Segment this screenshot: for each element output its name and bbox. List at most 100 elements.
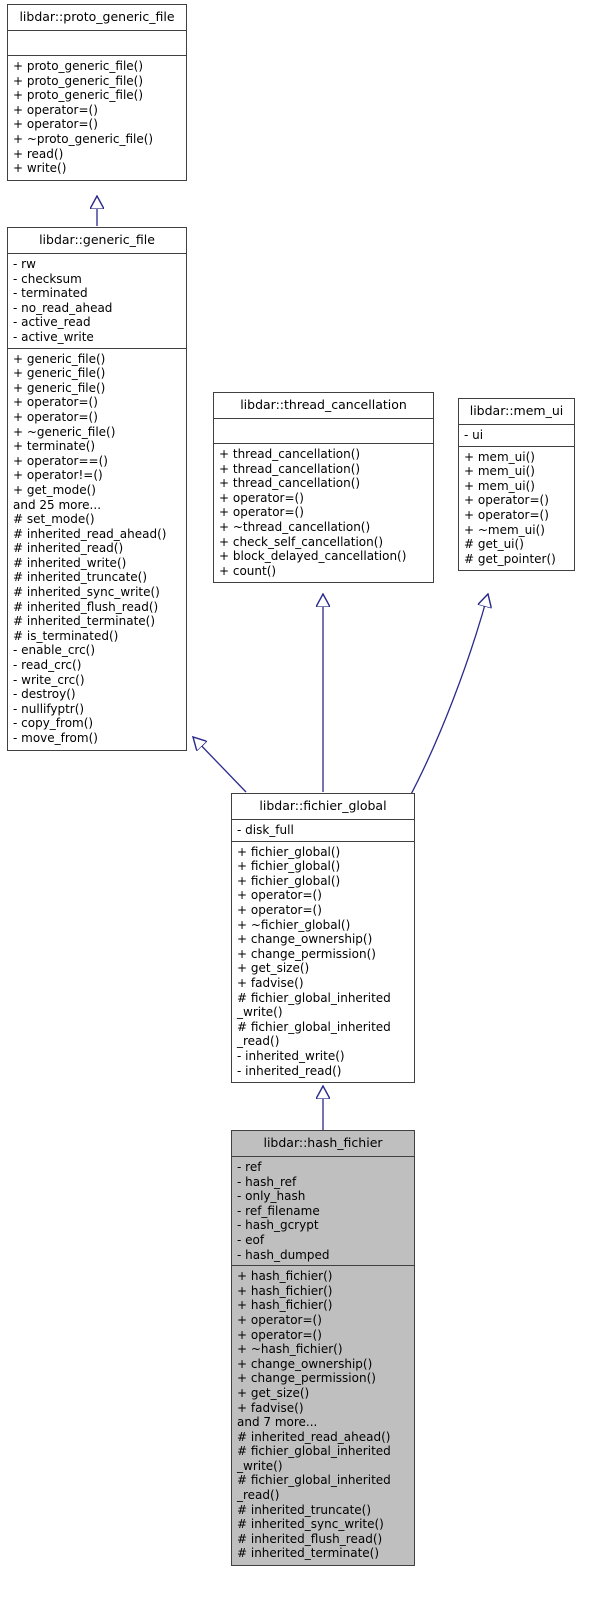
class-member: # inherited_flush_read()	[237, 1531, 383, 1546]
class-member: + ~fichier_global()	[237, 917, 351, 932]
edge-fichier-global-to-generic-file	[193, 737, 247, 793]
class-member: # set_mode()	[13, 512, 95, 527]
class-box-proto-generic-file[interactable]: libdar::proto_generic_file + proto_gener…	[7, 4, 187, 181]
class-operations-fichier-global: + fichier_global() + fichier_global() + …	[232, 842, 414, 1083]
class-operations-generic-file: + generic_file() + generic_file() + gene…	[8, 349, 186, 750]
class-member: + write()	[13, 161, 67, 176]
class-member: - ref	[237, 1160, 262, 1174]
class-member: + thread_cancellation()	[219, 476, 361, 491]
class-member: + get_size()	[237, 1385, 310, 1400]
class-member: + read()	[13, 146, 64, 161]
class-member: + change_permission()	[237, 1371, 376, 1386]
class-member-more: and 7 more...	[237, 1415, 318, 1430]
uml-diagram-canvas: libdar::proto_generic_file + proto_gener…	[0, 0, 596, 1608]
class-title-hash-fichier: libdar::hash_fichier	[232, 1131, 414, 1157]
class-member: + get_mode()	[13, 482, 96, 497]
class-member: + hash_fichier()	[237, 1298, 333, 1313]
class-member: # get_pointer()	[464, 551, 556, 566]
class-member: # inherited_terminate()	[13, 614, 156, 629]
class-box-mem-ui[interactable]: libdar::mem_ui - ui + mem_ui() + mem_ui(…	[458, 398, 575, 572]
class-member: + proto_generic_file()	[13, 59, 144, 73]
class-member: - move_from()	[13, 731, 98, 745]
class-member: - eof	[237, 1232, 265, 1247]
class-member: # inherited_sync_write()	[237, 1517, 384, 1532]
class-member: # inherited_terminate()	[237, 1546, 380, 1561]
class-box-generic-file[interactable]: libdar::generic_file - rw - checksum - t…	[7, 227, 187, 751]
class-member: + get_size()	[237, 961, 310, 976]
class-attributes-generic-file: - rw - checksum - terminated - no_read_a…	[8, 254, 186, 349]
class-member: + operator=()	[219, 490, 304, 505]
class-member: # inherited_read()	[13, 541, 124, 556]
class-title-fichier-global: libdar::fichier_global	[232, 794, 414, 820]
class-member: - inherited_read()	[237, 1063, 342, 1078]
class-member: + generic_file()	[13, 366, 106, 381]
class-member: + check_self_cancellation()	[219, 534, 384, 549]
class-member: + ~proto_generic_file()	[13, 131, 154, 146]
class-operations-proto-generic-file: + proto_generic_file() + proto_generic_f…	[8, 56, 186, 180]
class-attributes-mem-ui: - ui	[459, 425, 574, 447]
class-member: # fichier_global_inherited	[237, 990, 391, 1005]
class-box-thread-cancellation[interactable]: libdar::thread_cancellation + thread_can…	[213, 392, 434, 584]
class-member: + operator=()	[237, 902, 322, 917]
class-member: - enable_crc()	[13, 643, 96, 658]
class-member: + operator=()	[13, 102, 98, 117]
class-member: + change_ownership()	[237, 1356, 373, 1371]
class-member: + operator=()	[237, 888, 322, 903]
class-member: + mem_ui()	[464, 464, 535, 479]
class-member: + ~generic_file()	[13, 424, 116, 439]
class-member: + fichier_global()	[237, 859, 341, 874]
class-operations-mem-ui: + mem_ui() + mem_ui() + mem_ui() + opera…	[459, 447, 574, 571]
class-member: - no_read_ahead	[13, 300, 113, 315]
class-member: - hash_ref	[237, 1174, 297, 1189]
edge-fichier-global-to-mem-ui	[407, 594, 488, 801]
class-member: - active_read	[13, 315, 91, 330]
class-member: - ref_filename	[237, 1203, 320, 1218]
class-member: + operator=()	[13, 409, 98, 424]
class-member: # inherited_flush_read()	[13, 599, 159, 614]
class-member: + operator=()	[237, 1312, 322, 1327]
class-member: - write_crc()	[13, 672, 85, 687]
class-member: + block_delayed_cancellation()	[219, 549, 407, 564]
class-operations-thread-cancellation: + thread_cancellation() + thread_cancell…	[214, 444, 433, 582]
class-title-thread-cancellation: libdar::thread_cancellation	[214, 393, 433, 419]
class-member: # inherited_sync_write()	[13, 585, 160, 600]
class-title-generic-file: libdar::generic_file	[8, 228, 186, 254]
class-member: - active_write	[13, 329, 94, 344]
class-member: + generic_file()	[13, 380, 106, 395]
class-member: - terminated	[13, 286, 88, 301]
class-member: - destroy()	[13, 687, 76, 702]
class-member: + operator=()	[464, 507, 549, 522]
class-member: - copy_from()	[13, 716, 94, 731]
class-member-wrap: _read()	[237, 1034, 280, 1049]
class-member: + ~mem_ui()	[464, 522, 545, 537]
class-member: + operator=()	[464, 493, 549, 508]
class-member: + terminate()	[13, 439, 96, 454]
class-member: _write()	[237, 1458, 283, 1473]
class-member: # is_terminated()	[13, 628, 119, 643]
class-member: + count()	[219, 563, 277, 578]
class-member: - rw	[13, 257, 36, 271]
class-member: - ui	[464, 428, 484, 442]
class-member: - hash_gcrypt	[237, 1218, 319, 1233]
class-member-wrap: # fichier_global_inherited	[237, 1473, 391, 1488]
class-member: + proto_generic_file()	[13, 73, 144, 88]
class-member: - hash_dumped	[237, 1247, 330, 1262]
class-member: # inherited_truncate()	[237, 1502, 372, 1517]
class-attributes-hash-fichier: - ref - hash_ref - only_hash - ref_filen…	[232, 1157, 414, 1267]
class-member: # inherited_truncate()	[13, 570, 148, 585]
class-member: + hash_fichier()	[237, 1269, 333, 1284]
class-member: + thread_cancellation()	[219, 447, 361, 461]
class-member: + operator=()	[219, 505, 304, 520]
class-box-hash-fichier[interactable]: libdar::hash_fichier - ref - hash_ref - …	[231, 1130, 415, 1567]
class-member: _read()	[237, 1488, 280, 1503]
class-member: + operator=()	[13, 117, 98, 132]
class-member: + proto_generic_file()	[13, 88, 144, 103]
class-attributes-proto-generic-file	[8, 31, 186, 56]
class-member-wrap: _write()	[237, 1005, 283, 1020]
class-member: + operator==()	[13, 453, 108, 468]
class-member: + change_ownership()	[237, 932, 373, 947]
class-member: - checksum	[13, 271, 82, 286]
class-title-proto-generic-file: libdar::proto_generic_file	[8, 5, 186, 31]
class-member: + thread_cancellation()	[219, 461, 361, 476]
class-box-fichier-global[interactable]: libdar::fichier_global - disk_full + fic…	[231, 793, 415, 1084]
